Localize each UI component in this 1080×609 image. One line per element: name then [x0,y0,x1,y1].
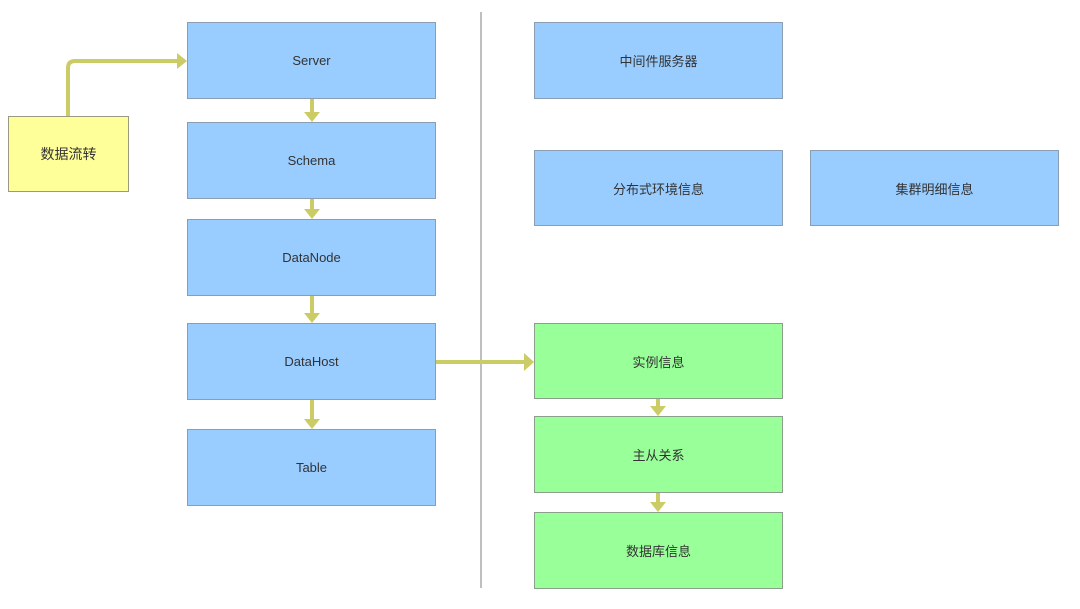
node-master-slave[interactable]: 主从关系 [534,416,783,493]
node-label: DataNode [282,250,341,265]
node-cluster-detail[interactable]: 集群明细信息 [810,150,1059,226]
edge-legend-to-server [66,59,178,117]
arrowhead-legend-to-server [177,53,187,69]
node-schema[interactable]: Schema [187,122,436,199]
node-label: DataHost [284,354,339,369]
node-label: Server [292,53,331,68]
arrowhead-instance-to-master-slave [650,406,666,416]
node-label: Schema [287,153,336,168]
node-label: 主从关系 [632,448,685,463]
node-label: 集群明细信息 [895,181,974,197]
node-datanode[interactable]: DataNode [187,219,436,296]
node-label: Table [295,460,328,475]
node-label: 分布式环境信息 [612,181,704,197]
arrowhead-datahost-to-table [304,419,320,429]
node-label: 实例信息 [632,354,685,370]
arrowhead-server-to-schema [304,112,320,122]
node-distributed-env[interactable]: 分布式环境信息 [534,150,783,226]
legend-label: 数据流转 [40,146,97,162]
node-label: 数据库信息 [625,544,691,559]
node-server[interactable]: Server [187,22,436,99]
node-database[interactable]: 数据库信息 [534,512,783,589]
legend-node-data-flow: 数据流转 [8,116,129,192]
node-datahost[interactable]: DataHost [187,323,436,400]
node-table[interactable]: Table [187,429,436,506]
node-instance[interactable]: 实例信息 [534,323,783,399]
arrowhead-datahost-to-instance [524,353,534,371]
node-label: 中间件服务器 [619,54,698,69]
arrowhead-schema-to-datanode [304,209,320,219]
arrowhead-master-slave-to-database [650,502,666,512]
arrowhead-datanode-to-datahost [304,313,320,323]
node-middleware-server[interactable]: 中间件服务器 [534,22,783,99]
